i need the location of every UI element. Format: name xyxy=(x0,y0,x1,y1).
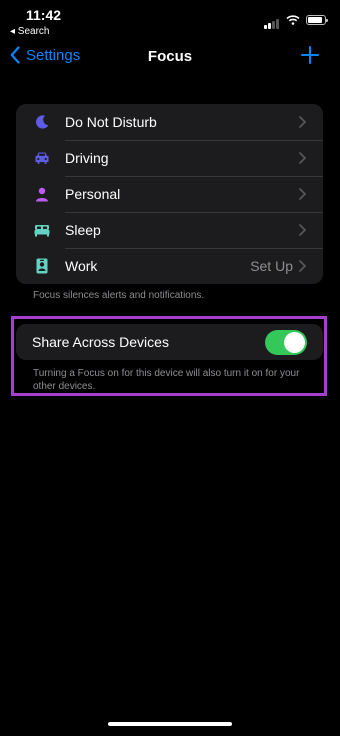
focus-item-sleep[interactable]: Sleep xyxy=(16,212,323,248)
chevron-right-icon xyxy=(299,188,306,200)
moon-icon xyxy=(34,114,50,130)
car-icon xyxy=(34,150,50,166)
status-icons xyxy=(264,11,328,29)
bed-icon xyxy=(34,222,50,238)
focus-item-driving[interactable]: Driving xyxy=(16,140,323,176)
status-bar: 11:42 ◂ Search xyxy=(0,0,340,40)
back-to-app-link[interactable]: ◂ Search xyxy=(10,26,49,37)
chevron-right-icon xyxy=(299,152,306,164)
home-indicator[interactable] xyxy=(108,722,232,726)
cellular-signal-icon xyxy=(264,11,280,29)
focus-item-detail: Set Up xyxy=(250,258,293,274)
focus-modes-list: Do Not Disturb Driving Personal Sleep Wo… xyxy=(16,104,323,284)
chevron-right-icon xyxy=(299,260,306,272)
share-across-devices-row: Share Across Devices xyxy=(16,324,323,360)
share-across-devices-toggle[interactable] xyxy=(265,329,307,355)
focus-item-label: Driving xyxy=(65,150,109,166)
focus-item-do-not-disturb[interactable]: Do Not Disturb xyxy=(16,104,323,140)
battery-icon xyxy=(306,15,328,25)
page-title: Focus xyxy=(147,48,193,65)
focus-item-work[interactable]: Work Set Up xyxy=(16,248,323,284)
person-icon xyxy=(34,186,50,202)
focus-item-personal[interactable]: Personal xyxy=(16,176,323,212)
id-badge-icon xyxy=(34,258,50,274)
focus-item-label: Personal xyxy=(65,186,121,202)
focus-item-label: Sleep xyxy=(65,222,101,238)
focus-footer-note: Focus silences alerts and notifications. xyxy=(33,290,205,301)
focus-item-label: Work xyxy=(65,258,98,274)
share-across-devices-label: Share Across Devices xyxy=(32,334,169,350)
wifi-icon xyxy=(286,15,300,25)
chevron-right-icon xyxy=(299,116,306,128)
status-time: 11:42 xyxy=(26,7,62,23)
add-focus-button[interactable] xyxy=(300,45,320,65)
focus-item-label: Do Not Disturb xyxy=(65,114,157,130)
navigation-bar: Settings Focus xyxy=(0,40,340,76)
share-description: Turning a Focus on for this device will … xyxy=(33,368,300,392)
chevron-right-icon xyxy=(299,224,306,236)
toggle-knob xyxy=(284,331,305,353)
